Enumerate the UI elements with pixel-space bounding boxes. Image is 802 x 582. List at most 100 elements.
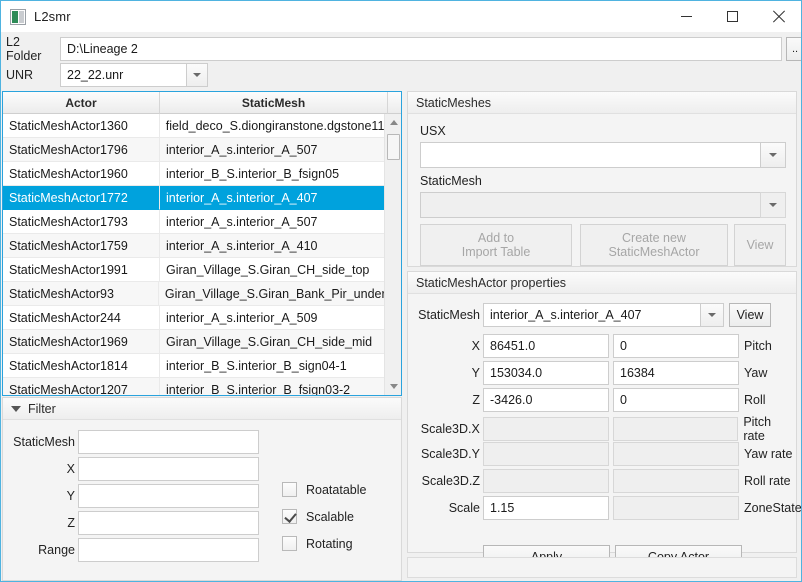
filter-input-staticmesh[interactable] — [78, 430, 259, 454]
view-mesh-button[interactable]: View — [734, 224, 786, 266]
cell-staticmesh: interior_B_S.interior_B_fsign03-2 — [160, 378, 384, 396]
table-row[interactable]: StaticMeshActor1991 Giran_Village_S.Giran… — [3, 258, 384, 282]
checkbox-icon[interactable] — [282, 482, 297, 497]
cell-actor: StaticMeshActor1969 — [3, 330, 160, 354]
scrollbar-thumb[interactable] — [387, 134, 400, 160]
property-row: Scale3D.X Pitch rate — [414, 415, 796, 443]
property-label-left: Scale3D.Z — [421, 474, 480, 488]
minimize-icon — [680, 16, 692, 17]
property-input-right[interactable] — [613, 496, 739, 520]
properties-staticmesh-toggle[interactable] — [700, 303, 724, 327]
cell-actor: StaticMeshActor1360 — [3, 114, 160, 138]
cell-staticmesh: Giran_Village_S.Giran_Bank_Pir_under — [158, 282, 384, 306]
filter-checkbox-scalable[interactable]: Scalable — [282, 509, 354, 524]
cell-actor: StaticMeshActor93 — [3, 282, 159, 306]
usx-label: USX — [420, 124, 446, 138]
table-row[interactable]: StaticMeshActor244 interior_A_s.interior_… — [3, 306, 384, 330]
title-bar: L2smr — [1, 1, 801, 32]
property-input-left[interactable]: 86451.0 — [483, 334, 609, 358]
checkbox-icon[interactable] — [282, 536, 297, 551]
property-input-left[interactable]: -3426.0 — [483, 388, 609, 412]
scroll-up-button[interactable] — [385, 114, 401, 131]
close-icon — [772, 10, 785, 23]
properties-view-button[interactable]: View — [729, 303, 771, 327]
filter-input-y[interactable] — [78, 484, 259, 508]
unr-combobox-value[interactable]: 22_22.unr — [60, 63, 186, 87]
staticmesh-combobox-value[interactable] — [420, 192, 760, 218]
usx-combobox-value[interactable] — [420, 142, 760, 168]
checkbox-label: Roatatable — [306, 482, 367, 497]
table-row[interactable]: StaticMeshActor93 Giran_Village_S.Giran_B… — [3, 282, 384, 306]
browse-folder-button[interactable]: .. — [786, 37, 801, 61]
table-row[interactable]: StaticMeshActor1796 interior_A_s.interior… — [3, 138, 384, 162]
column-header-actor[interactable]: Actor — [3, 92, 160, 114]
add-to-import-table-button[interactable]: Add to Import Table — [420, 224, 572, 266]
l2-folder-input[interactable]: D:\Lineage 2 — [60, 37, 782, 61]
cell-actor: StaticMeshActor244 — [3, 306, 160, 330]
property-label-right: ZoneState — [744, 501, 802, 515]
table-row[interactable]: StaticMeshActor1793 interior_A_s.interior… — [3, 210, 384, 234]
cell-staticmesh: interior_A_s.interior_A_507 — [160, 210, 384, 234]
actor-table-scrollbar[interactable] — [384, 114, 401, 395]
property-label-left: Z — [472, 393, 480, 407]
table-row[interactable]: StaticMeshActor1759 interior_A_s.interior… — [3, 234, 384, 258]
add-to-import-table-line1: Add to — [477, 230, 515, 245]
maximize-button[interactable] — [709, 1, 755, 32]
column-header-staticmesh[interactable]: StaticMesh — [160, 92, 388, 114]
usx-combobox[interactable] — [420, 142, 786, 168]
cell-actor: StaticMeshActor1796 — [3, 138, 160, 162]
property-input-left[interactable]: 153034.0 — [483, 361, 609, 385]
close-button[interactable] — [755, 1, 801, 32]
property-label-right: Yaw rate — [744, 447, 793, 461]
filter-label-staticmesh: StaticMesh — [13, 435, 75, 449]
cell-staticmesh: Giran_Village_S.Giran_CH_side_mid — [160, 330, 384, 354]
create-new-staticmeshactor-button[interactable]: Create new StaticMeshActor — [580, 224, 728, 266]
table-row[interactable]: StaticMeshActor1969 Giran_Village_S.Giran… — [3, 330, 384, 354]
filter-input-z[interactable] — [78, 511, 259, 535]
staticmesh-combobox-toggle[interactable] — [760, 192, 786, 218]
filter-field-row: Y — [9, 484, 259, 508]
property-input-left[interactable] — [482, 417, 609, 441]
property-input-right[interactable] — [613, 469, 739, 493]
unr-combobox[interactable]: 22_22.unr — [60, 63, 208, 87]
filter-panel-header[interactable]: Filter — [3, 398, 401, 420]
add-to-import-table-line2: Import Table — [461, 245, 531, 259]
chevron-down-icon — [769, 203, 777, 207]
property-input-left[interactable] — [483, 442, 609, 466]
minimize-button[interactable] — [663, 1, 709, 32]
table-row[interactable]: StaticMeshActor1360 field_deco_S.diongira… — [3, 114, 384, 138]
filter-checkbox-roatatable[interactable]: Roatatable — [282, 482, 366, 497]
property-input-right[interactable]: 0 — [613, 334, 739, 358]
property-input-right[interactable]: 16384 — [613, 361, 739, 385]
property-input-right[interactable]: 0 — [613, 388, 739, 412]
cell-staticmesh: interior_B_S.interior_B_sign04-1 — [160, 354, 384, 378]
table-row[interactable]: StaticMeshActor1772 interior_A_s.interior… — [3, 186, 384, 210]
properties-panel-body: StaticMesh interior_A_s.interior_A_407 V… — [408, 294, 801, 569]
property-input-left[interactable] — [483, 469, 609, 493]
cell-staticmesh: interior_A_s.interior_A_509 — [160, 306, 384, 330]
l2-folder-row: L2 Folder D:\Lineage 2 .. — [6, 35, 801, 63]
filter-checkbox-rotating[interactable]: Rotating — [282, 536, 353, 551]
property-input-right[interactable] — [613, 442, 739, 466]
cell-actor: StaticMeshActor1991 — [3, 258, 160, 282]
chevron-down-icon — [769, 153, 777, 157]
property-label-left: Y — [471, 366, 480, 380]
property-label-right: Pitch — [744, 339, 772, 353]
usx-combobox-toggle[interactable] — [760, 142, 786, 168]
properties-staticmesh-value[interactable]: interior_A_s.interior_A_407 — [483, 303, 700, 327]
property-input-right[interactable] — [612, 417, 739, 441]
checkbox-icon[interactable] — [282, 509, 297, 524]
actor-table-body: StaticMeshActor1360 field_deco_S.diongira… — [3, 114, 401, 395]
scroll-down-button[interactable] — [385, 378, 401, 395]
staticmesh-combobox[interactable] — [420, 192, 786, 218]
filter-input-x[interactable] — [78, 457, 259, 481]
properties-staticmesh-combobox[interactable]: interior_A_s.interior_A_407 — [483, 303, 724, 327]
filter-input-range[interactable] — [78, 538, 259, 562]
unr-combobox-toggle[interactable] — [186, 63, 208, 87]
table-row[interactable]: StaticMeshActor1207 interior_B_S.interior… — [3, 378, 384, 395]
chevron-down-icon — [708, 313, 716, 317]
property-input-left[interactable]: 1.15 — [483, 496, 609, 520]
table-row[interactable]: StaticMeshActor1960 interior_B_S.interior… — [3, 162, 384, 186]
property-label-right: Pitch rate — [743, 415, 772, 443]
table-row[interactable]: StaticMeshActor1814 interior_B_S.interior… — [3, 354, 384, 378]
